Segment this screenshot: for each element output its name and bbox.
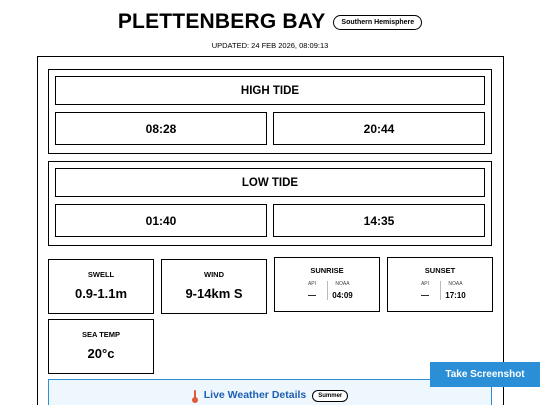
low-tide-section: LOW TIDE 01:40 14:35	[48, 161, 492, 246]
wind-value: 9-14km S	[185, 286, 243, 301]
take-screenshot-button[interactable]: Take Screenshot	[430, 362, 540, 387]
sunset-label: SUNSET	[424, 266, 456, 275]
sunrise-noaa-value: 04:09	[332, 291, 353, 300]
sunrise-box: SUNRISE API — NOAA 04:09	[274, 257, 380, 312]
high-tide-section: HIGH TIDE 08:28 20:44	[48, 69, 492, 154]
hemisphere-badge[interactable]: Southern Hemisphere	[333, 14, 423, 30]
sunrise-grid: API — NOAA 04:09	[275, 281, 379, 300]
high-tide-heading: HIGH TIDE	[55, 76, 485, 105]
sunrise-label: SUNRISE	[310, 266, 344, 275]
high-tide-time-1: 08:28	[55, 112, 267, 145]
sunset-noaa-label: NOAA	[448, 281, 463, 287]
swell-value: 0.9-1.1m	[74, 286, 128, 301]
swell-label: SWELL	[87, 270, 115, 279]
season-badge: Summer	[312, 390, 349, 402]
sunrise-noaa-col: NOAA 04:09	[327, 281, 357, 300]
low-tide-heading: LOW TIDE	[55, 168, 485, 197]
sunrise-noaa-label: NOAA	[335, 281, 350, 287]
high-tide-time-2: 20:44	[273, 112, 485, 145]
sunrise-api-col: API —	[297, 281, 327, 300]
tide-card: HIGH TIDE 08:28 20:44 LOW TIDE 01:40 14:…	[37, 56, 504, 405]
sea-temp-value: 20°c	[87, 346, 115, 361]
wind-box: WIND 9-14km S	[161, 259, 267, 314]
sunset-api-col: API —	[410, 281, 440, 300]
wind-label: WIND	[204, 270, 224, 279]
live-weather-label: Live Weather Details	[203, 389, 307, 401]
sea-temp-label: SEA TEMP	[81, 330, 121, 339]
thermometer-icon	[191, 390, 198, 403]
sunrise-api-label: API	[307, 281, 317, 287]
title-row: PLETTENBERG BAY Southern Hemisphere	[0, 10, 540, 34]
sunset-api-value: —	[421, 291, 429, 300]
page-title: PLETTENBERG BAY	[117, 10, 326, 33]
low-tide-time-2: 14:35	[273, 204, 485, 237]
sunset-noaa-value: 17:10	[445, 291, 466, 300]
sunset-grid: API — NOAA 17:10	[388, 281, 492, 300]
sea-temp-box: SEA TEMP 20°c	[48, 319, 154, 374]
low-tide-time-1: 01:40	[55, 204, 267, 237]
sunset-api-label: API	[420, 281, 430, 287]
live-weather-toggle[interactable]: Live Weather Details Summer	[48, 379, 492, 405]
updated-timestamp: UPDATED: 24 FEB 2026, 08:09:13	[211, 41, 329, 50]
sunrise-api-value: —	[308, 291, 316, 300]
sunset-noaa-col: NOAA 17:10	[440, 281, 470, 300]
sunset-box: SUNSET API — NOAA 17:10	[387, 257, 493, 312]
swell-box: SWELL 0.9-1.1m	[48, 259, 154, 314]
